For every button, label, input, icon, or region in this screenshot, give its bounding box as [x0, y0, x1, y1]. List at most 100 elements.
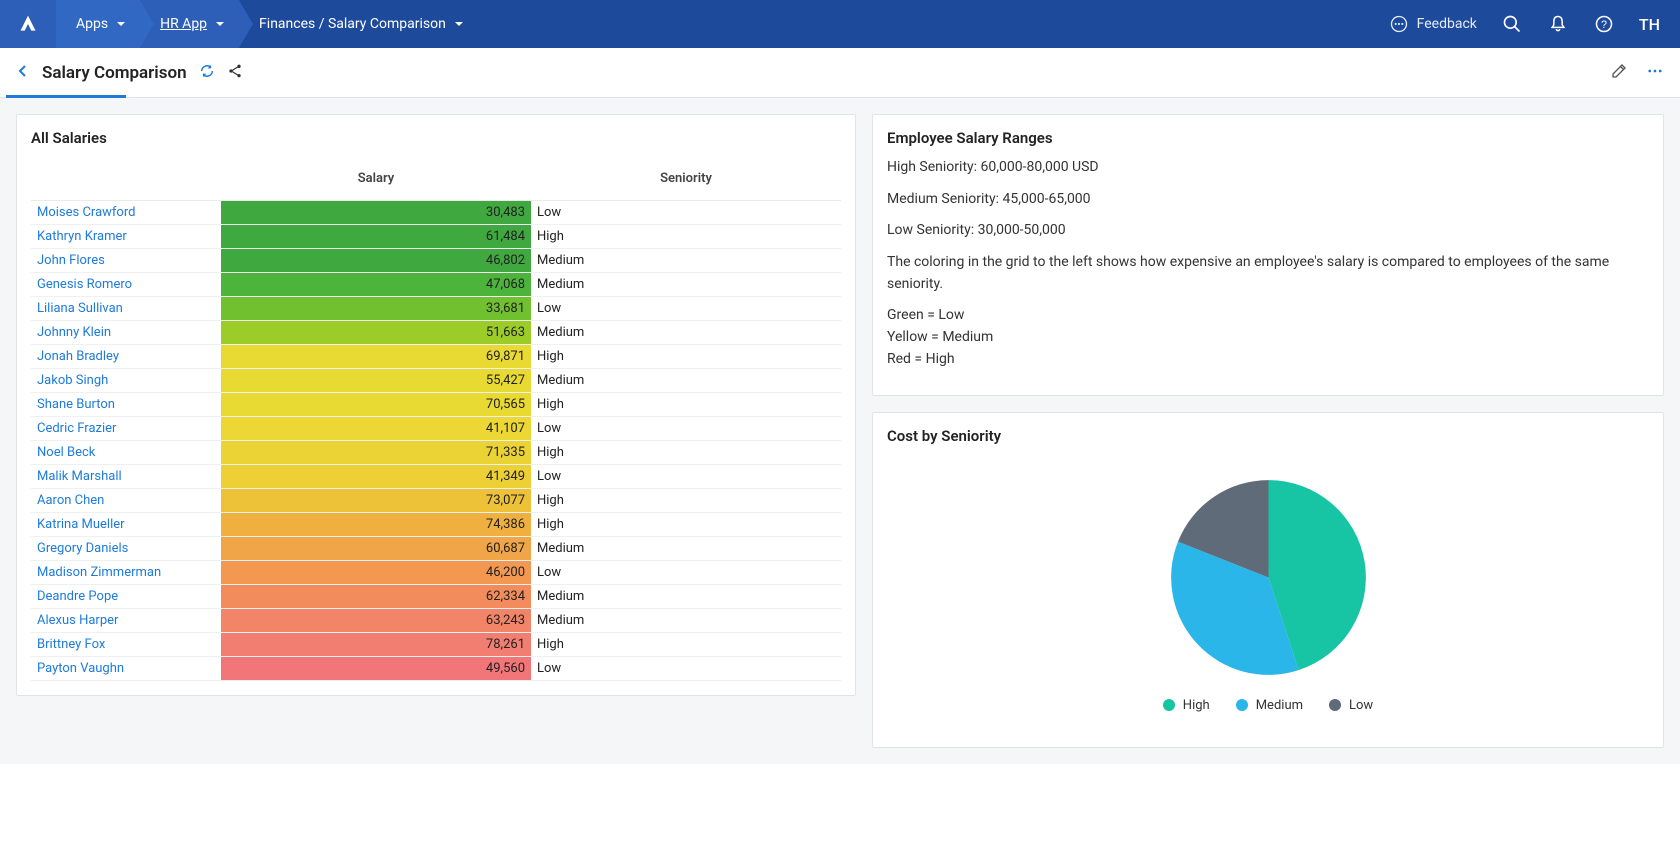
notifications-button[interactable]	[1547, 13, 1569, 35]
seniority-value: Low	[531, 297, 841, 321]
legend-item-medium[interactable]: Medium	[1236, 698, 1303, 713]
seniority-value: Medium	[531, 249, 841, 273]
salary-value: 74,386	[221, 513, 531, 537]
search-icon	[1502, 14, 1522, 34]
help-button[interactable]: ?	[1593, 13, 1615, 35]
table-row: Alexus Harper63,243Medium	[31, 609, 841, 633]
employee-name-link[interactable]: Deandre Pope	[31, 585, 221, 609]
share-icon	[227, 63, 243, 79]
apps-menu[interactable]: Apps	[56, 0, 154, 48]
employee-name-link[interactable]: Gregory Daniels	[31, 537, 221, 561]
employee-name-link[interactable]: Payton Vaughn	[31, 657, 221, 681]
chevron-down-icon	[454, 19, 464, 29]
employee-name-link[interactable]: Liliana Sullivan	[31, 297, 221, 321]
svg-text:?: ?	[1601, 19, 1607, 31]
apps-label: Apps	[76, 16, 108, 32]
table-row: Moises Crawford30,483Low	[31, 201, 841, 225]
salary-value: 49,560	[221, 657, 531, 681]
salary-value: 70,565	[221, 393, 531, 417]
salary-value: 41,107	[221, 417, 531, 441]
more-horizontal-icon	[1646, 62, 1664, 80]
table-row: Liliana Sullivan33,681Low	[31, 297, 841, 321]
table-row: Genesis Romero47,068Medium	[31, 273, 841, 297]
salary-value: 63,243	[221, 609, 531, 633]
employee-name-link[interactable]: Shane Burton	[31, 393, 221, 417]
chevron-down-icon	[215, 19, 225, 29]
table-row: Aaron Chen73,077High	[31, 489, 841, 513]
salary-value: 73,077	[221, 489, 531, 513]
col-header-name	[31, 157, 221, 201]
range-low: Low Seniority: 30,000-50,000	[887, 220, 1649, 242]
table-row: Katrina Mueller74,386High	[31, 513, 841, 537]
feedback-label: Feedback	[1417, 16, 1477, 32]
employee-name-link[interactable]: Genesis Romero	[31, 273, 221, 297]
employee-name-link[interactable]: Noel Beck	[31, 441, 221, 465]
seniority-value: Low	[531, 657, 841, 681]
seniority-value: High	[531, 225, 841, 249]
chat-icon	[1389, 14, 1409, 34]
legend-yellow: Yellow = Medium	[887, 327, 1649, 349]
feedback-button[interactable]: Feedback	[1389, 14, 1477, 34]
range-medium: Medium Seniority: 45,000-65,000	[887, 189, 1649, 211]
salary-ranges-card: Employee Salary Ranges High Seniority: 6…	[872, 114, 1664, 396]
employee-name-link[interactable]: Katrina Mueller	[31, 513, 221, 537]
col-header-salary[interactable]: Salary	[221, 157, 531, 201]
more-button[interactable]	[1646, 62, 1664, 84]
refresh-button[interactable]	[199, 63, 215, 83]
table-row: Payton Vaughn49,560Low	[31, 657, 841, 681]
employee-name-link[interactable]: Alexus Harper	[31, 609, 221, 633]
refresh-icon	[199, 63, 215, 79]
chevron-down-icon	[116, 19, 126, 29]
salary-value: 60,687	[221, 537, 531, 561]
all-salaries-card: All Salaries Salary Seniority Moises Cra…	[16, 114, 856, 696]
salary-value: 71,335	[221, 441, 531, 465]
page-title: Salary Comparison	[42, 63, 187, 83]
seniority-value: High	[531, 513, 841, 537]
cost-by-seniority-card: Cost by Seniority High Medium Low	[872, 412, 1664, 748]
employee-name-link[interactable]: Johnny Klein	[31, 321, 221, 345]
employee-name-link[interactable]: Kathryn Kramer	[31, 225, 221, 249]
employee-name-link[interactable]: Jonah Bradley	[31, 345, 221, 369]
employee-name-link[interactable]: Jakob Singh	[31, 369, 221, 393]
user-avatar[interactable]: TH	[1639, 15, 1660, 34]
pencil-icon	[1610, 62, 1628, 80]
employee-name-link[interactable]: John Flores	[31, 249, 221, 273]
pie-legend: High Medium Low	[1163, 698, 1373, 713]
seniority-value: Low	[531, 201, 841, 225]
seniority-value: Medium	[531, 321, 841, 345]
table-row: Jonah Bradley69,871High	[31, 345, 841, 369]
col-header-seniority[interactable]: Seniority	[531, 157, 841, 201]
content-area: All Salaries Salary Seniority Moises Cra…	[0, 98, 1680, 764]
edit-button[interactable]	[1610, 62, 1628, 84]
seniority-value: High	[531, 345, 841, 369]
salary-value: 46,200	[221, 561, 531, 585]
salary-value: 62,334	[221, 585, 531, 609]
salary-value: 51,663	[221, 321, 531, 345]
app-selector[interactable]: HR App	[140, 0, 253, 48]
pie-chart	[1166, 475, 1371, 680]
table-row: Noel Beck71,335High	[31, 441, 841, 465]
employee-name-link[interactable]: Aaron Chen	[31, 489, 221, 513]
breadcrumb[interactable]: Finances / Salary Comparison	[239, 0, 492, 48]
seniority-value: High	[531, 633, 841, 657]
table-row: Malik Marshall41,349Low	[31, 465, 841, 489]
legend-item-high[interactable]: High	[1163, 698, 1210, 713]
legend-item-low[interactable]: Low	[1329, 698, 1373, 713]
seniority-value: High	[531, 441, 841, 465]
employee-name-link[interactable]: Brittney Fox	[31, 633, 221, 657]
bell-icon	[1548, 14, 1568, 34]
legend-green: Green = Low	[887, 305, 1649, 327]
seniority-value: High	[531, 489, 841, 513]
employee-name-link[interactable]: Moises Crawford	[31, 201, 221, 225]
help-icon: ?	[1594, 14, 1614, 34]
salary-value: 78,261	[221, 633, 531, 657]
app-logo[interactable]	[0, 0, 56, 48]
employee-name-link[interactable]: Malik Marshall	[31, 465, 221, 489]
breadcrumb-label: Finances / Salary Comparison	[259, 16, 446, 32]
employee-name-link[interactable]: Cedric Frazier	[31, 417, 221, 441]
back-button[interactable]	[16, 64, 30, 82]
table-row: Madison Zimmerman46,200Low	[31, 561, 841, 585]
share-button[interactable]	[227, 63, 243, 83]
employee-name-link[interactable]: Madison Zimmerman	[31, 561, 221, 585]
search-button[interactable]	[1501, 13, 1523, 35]
